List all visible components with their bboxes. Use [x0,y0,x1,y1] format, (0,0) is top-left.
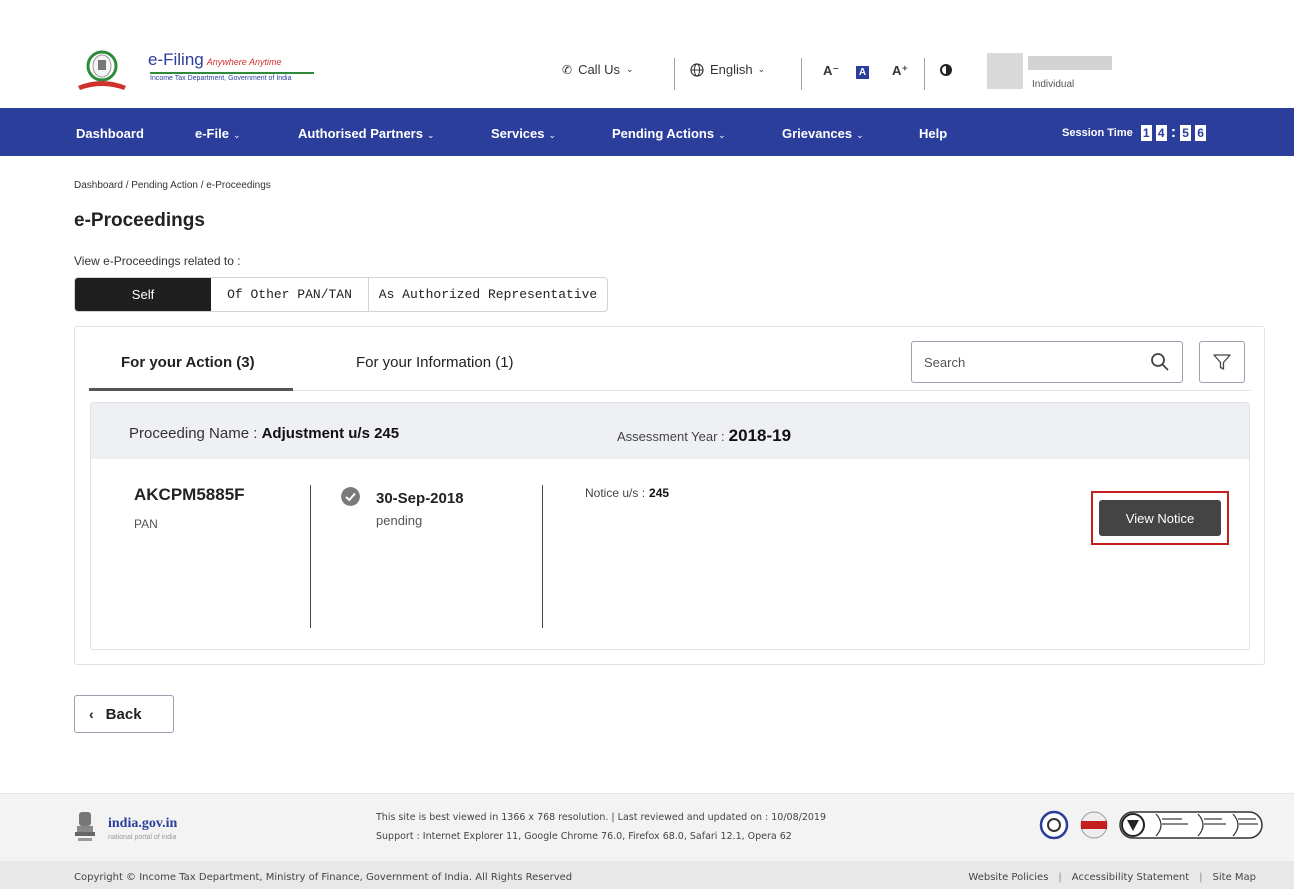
proceedings-panel: For your Action (3) For your Information… [74,326,1265,665]
view-notice-button[interactable]: View Notice [1099,500,1221,536]
top-header: e-Filing Anywhere Anytime Income Tax Depa… [0,0,1294,108]
column-divider [542,485,543,628]
national-emblem-icon [75,812,95,841]
filter-icon [1213,354,1231,370]
link-separator: | [1058,872,1062,883]
accessibility-statement-link[interactable]: Accessibility Statement [1072,872,1189,883]
globe-icon [690,62,704,77]
logo-tagline: Anywhere Anytime [206,57,282,67]
back-label: Back [105,705,142,723]
call-us-menu[interactable]: ✆ Call Us ⌄ [562,62,634,77]
chevron-left-icon: ‹ [89,706,94,722]
session-colon: : [1170,124,1177,141]
session-label: Session Time [1062,127,1133,139]
view-related-label: View e-Proceedings related to : [74,254,241,268]
assessment-year: Assessment Year :2018-19 [617,426,792,445]
proceeding-card-header: Proceeding Name : Adjustment u/s 245 Ass… [91,403,1249,459]
copyright-text: Copyright © Income Tax Department, Minis… [74,872,573,883]
nav-efile[interactable]: e-File ⌄ [195,126,241,141]
site-map-link[interactable]: Site Map [1213,872,1256,883]
nav-grievances[interactable]: Grievances ⌄ [782,126,864,141]
contrast-icon[interactable] [940,64,952,76]
session-digit: 6 [1195,125,1207,141]
india-gov-link[interactable]: india.gov.in [108,816,177,832]
font-normal-button[interactable]: A [856,66,869,79]
chevron-down-icon: ⌄ [426,130,435,140]
breadcrumb[interactable]: Dashboard / Pending Action / e-Proceedin… [74,180,271,191]
proceeding-name: Proceeding Name : Adjustment u/s 245 [129,425,400,442]
search-icon[interactable] [1150,352,1170,372]
search-placeholder: Search [924,355,966,370]
relation-segmented-control: Self Of Other PAN/TAN As Authorized Repr… [74,277,608,312]
chevron-down-icon: ⌄ [856,130,864,140]
back-button[interactable]: ‹ Back [74,695,174,733]
page-title: e-Proceedings [74,210,205,231]
logo-title: e-Filing Anywhere Anytime [148,50,282,69]
entrust-badge-icon [1080,811,1108,839]
chevron-down-icon: ⌄ [232,130,241,140]
tab-for-your-information[interactable]: For your Information (1) [356,354,514,371]
nav-services[interactable]: Services ⌄ [491,126,556,141]
nav-dashboard[interactable]: Dashboard [76,126,144,141]
segment-authorized-representative[interactable]: As Authorized Representative [369,278,607,311]
proceeding-date: 30-Sep-2018 [376,490,464,507]
divider [801,58,802,90]
column-divider [310,485,311,628]
footer-browser-support: Support : Internet Explorer 11, Google C… [376,831,792,842]
filter-button[interactable] [1199,341,1245,383]
active-tab-indicator [89,388,293,391]
nav-pending-actions[interactable]: Pending Actions ⌄ [612,126,726,141]
user-type-label: Individual [1032,79,1075,90]
segment-self[interactable]: Self [75,278,211,311]
chevron-down-icon: ⌄ [625,64,634,74]
chevron-down-icon: ⌄ [718,130,726,140]
pan-label: PAN [134,517,158,531]
font-decrease-button[interactable]: A⁻ [823,63,839,79]
website-policies-link[interactable]: Website Policies [968,872,1048,883]
proceeding-status: pending [376,513,423,528]
divider [674,58,675,90]
nav-help[interactable]: Help [919,126,947,141]
language-menu[interactable]: English ⌄ [690,62,765,77]
emblem-icon [78,50,126,90]
main-navbar: Dashboard e-File ⌄ Authorised Partners ⌄ S… [0,108,1294,156]
logo-subtitle: Income Tax Department, Government of Ind… [150,72,314,82]
username-redacted [1028,56,1112,70]
link-separator: | [1199,872,1203,883]
call-us-label: Call Us [578,62,620,77]
session-digit: 4 [1155,125,1167,141]
efiling-logo[interactable]: e-Filing Anywhere Anytime Income Tax Depa… [76,48,316,96]
chevron-down-icon: ⌄ [757,64,766,74]
check-circle-icon [341,487,360,506]
pan-value: AKCPM5885F [134,485,245,504]
india-gov-subtitle: national portal of india [108,834,177,841]
certification-badge-icon [1039,810,1069,840]
avatar[interactable] [987,53,1023,89]
search-input[interactable]: Search [911,341,1183,383]
divider [924,58,925,90]
footer-links: Website Policies | Accessibility Stateme… [968,872,1256,883]
tab-for-your-action[interactable]: For your Action (3) [121,354,255,371]
phone-icon: ✆ [562,62,573,77]
notice-section: Notice u/s :245 [585,486,670,500]
footer: india.gov.in national portal of india Th… [0,793,1294,861]
iso-certification-icon [1119,811,1263,839]
session-digit: 1 [1140,125,1152,141]
nav-authorised-partners[interactable]: Authorised Partners ⌄ [298,126,435,141]
font-increase-button[interactable]: A⁺ [892,63,908,79]
session-digit: 5 [1180,125,1192,141]
segment-other-pan-tan[interactable]: Of Other PAN/TAN [211,278,369,311]
language-label: English [710,62,753,77]
chevron-down-icon: ⌄ [548,130,557,140]
proceeding-card: Proceeding Name : Adjustment u/s 245 Ass… [90,402,1250,650]
copyright-bar: Copyright © Income Tax Department, Minis… [0,861,1294,889]
session-timer: Session Time 1 4 : 5 6 [1062,124,1207,141]
footer-resolution-note: This site is best viewed in 1366 x 768 r… [376,812,827,823]
